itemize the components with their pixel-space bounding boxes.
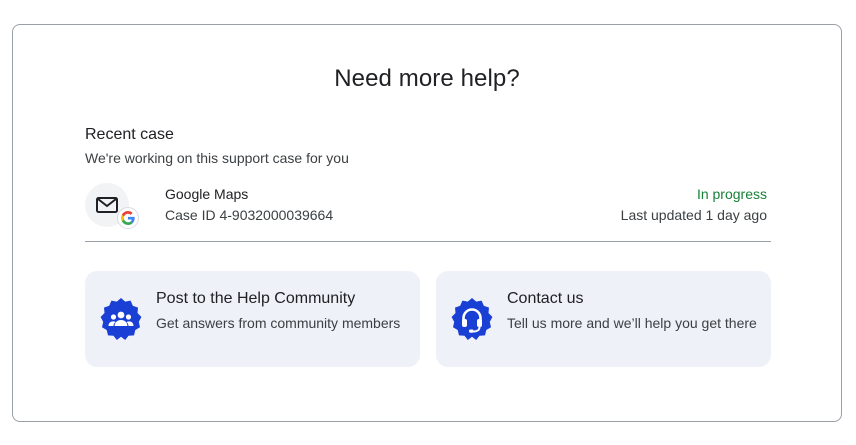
headset-icon	[451, 298, 493, 340]
community-icon	[100, 298, 142, 340]
case-avatar	[85, 183, 139, 229]
help-community-title: Post to the Help Community	[156, 290, 356, 307]
case-last-updated: Last updated 1 day ago	[620, 207, 767, 223]
contact-us-description: Tell us more and we’ll help you get ther…	[507, 315, 757, 331]
case-status-badge: In progress	[696, 186, 767, 202]
contact-us-title: Contact us	[507, 290, 584, 307]
help-community-description: Get answers from community members	[156, 315, 401, 331]
help-title: Need more help?	[334, 65, 520, 92]
help-panel: Need more help? Recent case We're workin…	[12, 24, 842, 422]
recent-case-row[interactable]: Google Maps Case ID 4-9032000039664 In p…	[85, 181, 771, 242]
recent-case-heading: Recent case	[85, 126, 174, 143]
recent-case-subtitle: We're working on this support case for y…	[85, 150, 349, 166]
help-community-card[interactable]: Post to the Help Community Get answers f…	[85, 271, 420, 367]
contact-us-card[interactable]: Contact us Tell us more and we’ll help y…	[436, 271, 771, 367]
case-product: Google Maps	[165, 186, 249, 202]
mail-icon	[96, 197, 118, 213]
google-logo-icon	[117, 207, 139, 229]
case-id: Case ID 4-9032000039664	[165, 207, 334, 223]
